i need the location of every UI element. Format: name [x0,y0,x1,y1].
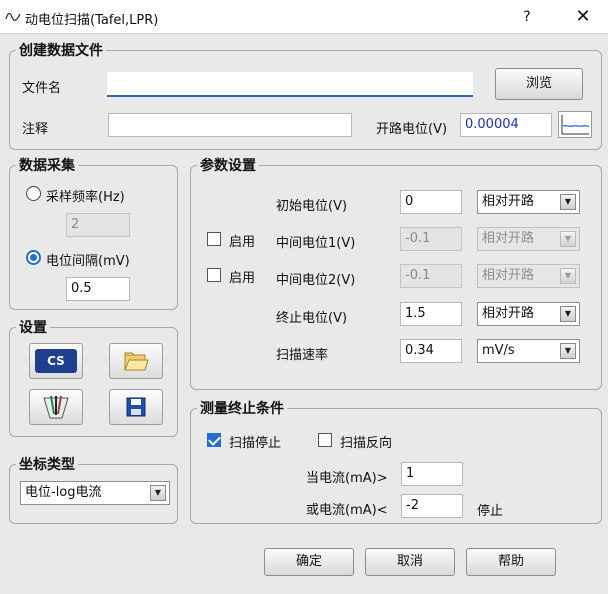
filename-input[interactable] [107,72,473,97]
mid-potential-1-input[interactable]: -0.1 [400,227,462,251]
scan-rate-label: 扫描速率 [276,348,329,363]
start-potential-label: 初始电位(V) [276,199,348,214]
enable-mid1-checkbox[interactable] [207,232,221,246]
mid-potential-2-mode-select[interactable]: 相对开路 ▼ [477,264,580,288]
termination-legend: 测量终止条件 [200,401,284,417]
note-label: 注释 [22,122,49,137]
ocp-label: 开路电位(V) [376,122,448,137]
sample-rate-input[interactable]: 2 [66,213,130,237]
electrode-settings-button[interactable] [29,389,83,425]
cs-icon-label: CS [47,354,65,368]
cs-icon: CS [35,349,77,373]
current-lt-label: 或电流(mA)< [306,503,388,518]
coords-select[interactable]: 电位-log电流 ▼ [20,481,170,505]
electrode-icon [43,395,69,419]
settings-legend: 设置 [19,320,47,336]
open-file-button[interactable] [109,343,163,379]
folder-open-icon [124,352,149,371]
chevron-down-icon: ▼ [560,268,576,284]
note-input[interactable] [108,113,352,137]
scan-stop-label: 扫描停止 [229,436,282,451]
mid-potential-1-mode-select[interactable]: 相对开路 ▼ [477,227,580,251]
floppy-disk-icon [126,397,146,417]
mid-potential-1-label: 中间电位1(V) [276,236,356,251]
current-gt-input[interactable]: 1 [401,462,463,486]
enable-mid2-label: 启用 [229,271,256,286]
stop-label: 停止 [477,504,504,519]
current-lt-input[interactable]: -2 [401,494,463,518]
wave-icon [5,12,21,22]
sample-rate-label: 采样频率(Hz) [46,190,125,205]
chevron-down-icon: ▼ [560,194,576,210]
interval-input[interactable]: 0.5 [66,277,130,301]
interval-label: 电位间隔(mV) [46,254,130,269]
mid-potential-2-label: 中间电位2(V) [276,273,356,288]
scan-rate-input[interactable]: 0.34 [400,339,462,363]
end-potential-label: 终止电位(V) [276,311,348,326]
help-title-button[interactable]: ? [512,5,542,29]
end-potential-mode-value: 相对开路 [482,306,535,321]
chevron-down-icon: ▼ [560,231,576,247]
coords-legend: 坐标类型 [19,457,75,473]
cs-device-button[interactable]: CS [29,343,83,379]
params-legend: 参数设置 [200,158,256,174]
chevron-down-icon: ▼ [150,485,166,501]
end-potential-mode-select[interactable]: 相对开路 ▼ [477,302,580,326]
mid-potential-1-mode-value: 相对开路 [482,231,535,246]
title-bar: 动电位扫描(Tafel,LPR) ? ✕ [0,0,608,34]
chevron-down-icon: ▼ [560,306,576,322]
close-button[interactable]: ✕ [568,5,598,29]
browse-button[interactable]: 浏览 [495,68,583,100]
start-potential-input[interactable]: 0 [400,190,462,214]
termination-group: 测量终止条件 [190,398,602,524]
mid-potential-2-mode-value: 相对开路 [482,268,535,283]
sample-rate-radio[interactable] [26,186,41,201]
current-gt-label: 当电流(mA)> [306,471,388,486]
filename-label: 文件名 [22,81,62,96]
acquisition-legend: 数据采集 [19,158,75,174]
scan-reverse-checkbox[interactable] [318,433,332,447]
ocp-graph-button[interactable] [558,111,592,138]
scan-rate-unit-select[interactable]: mV/s ▼ [477,339,580,363]
scan-stop-checkbox[interactable] [207,433,221,447]
save-button[interactable] [109,389,163,425]
window-title: 动电位扫描(Tafel,LPR) [25,13,159,28]
chevron-down-icon: ▼ [560,343,576,359]
start-potential-mode-value: 相对开路 [482,194,535,209]
ocp-curve-icon [561,115,590,135]
start-potential-mode-select[interactable]: 相对开路 ▼ [477,190,580,214]
help-button[interactable]: 帮助 [466,548,556,576]
end-potential-input[interactable]: 1.5 [400,302,462,326]
mid-potential-2-input[interactable]: -0.1 [400,264,462,288]
ocp-value: 0.00004 [460,113,552,137]
cancel-button[interactable]: 取消 [365,548,455,576]
enable-mid2-checkbox[interactable] [207,268,221,282]
ok-button[interactable]: 确定 [264,548,354,576]
coords-select-value: 电位-log电流 [25,485,102,500]
interval-radio[interactable] [26,250,41,265]
scan-rate-unit-value: mV/s [482,343,515,358]
scan-reverse-label: 扫描反向 [340,436,393,451]
enable-mid1-label: 启用 [229,235,256,250]
create-file-legend: 创建数据文件 [19,43,103,59]
